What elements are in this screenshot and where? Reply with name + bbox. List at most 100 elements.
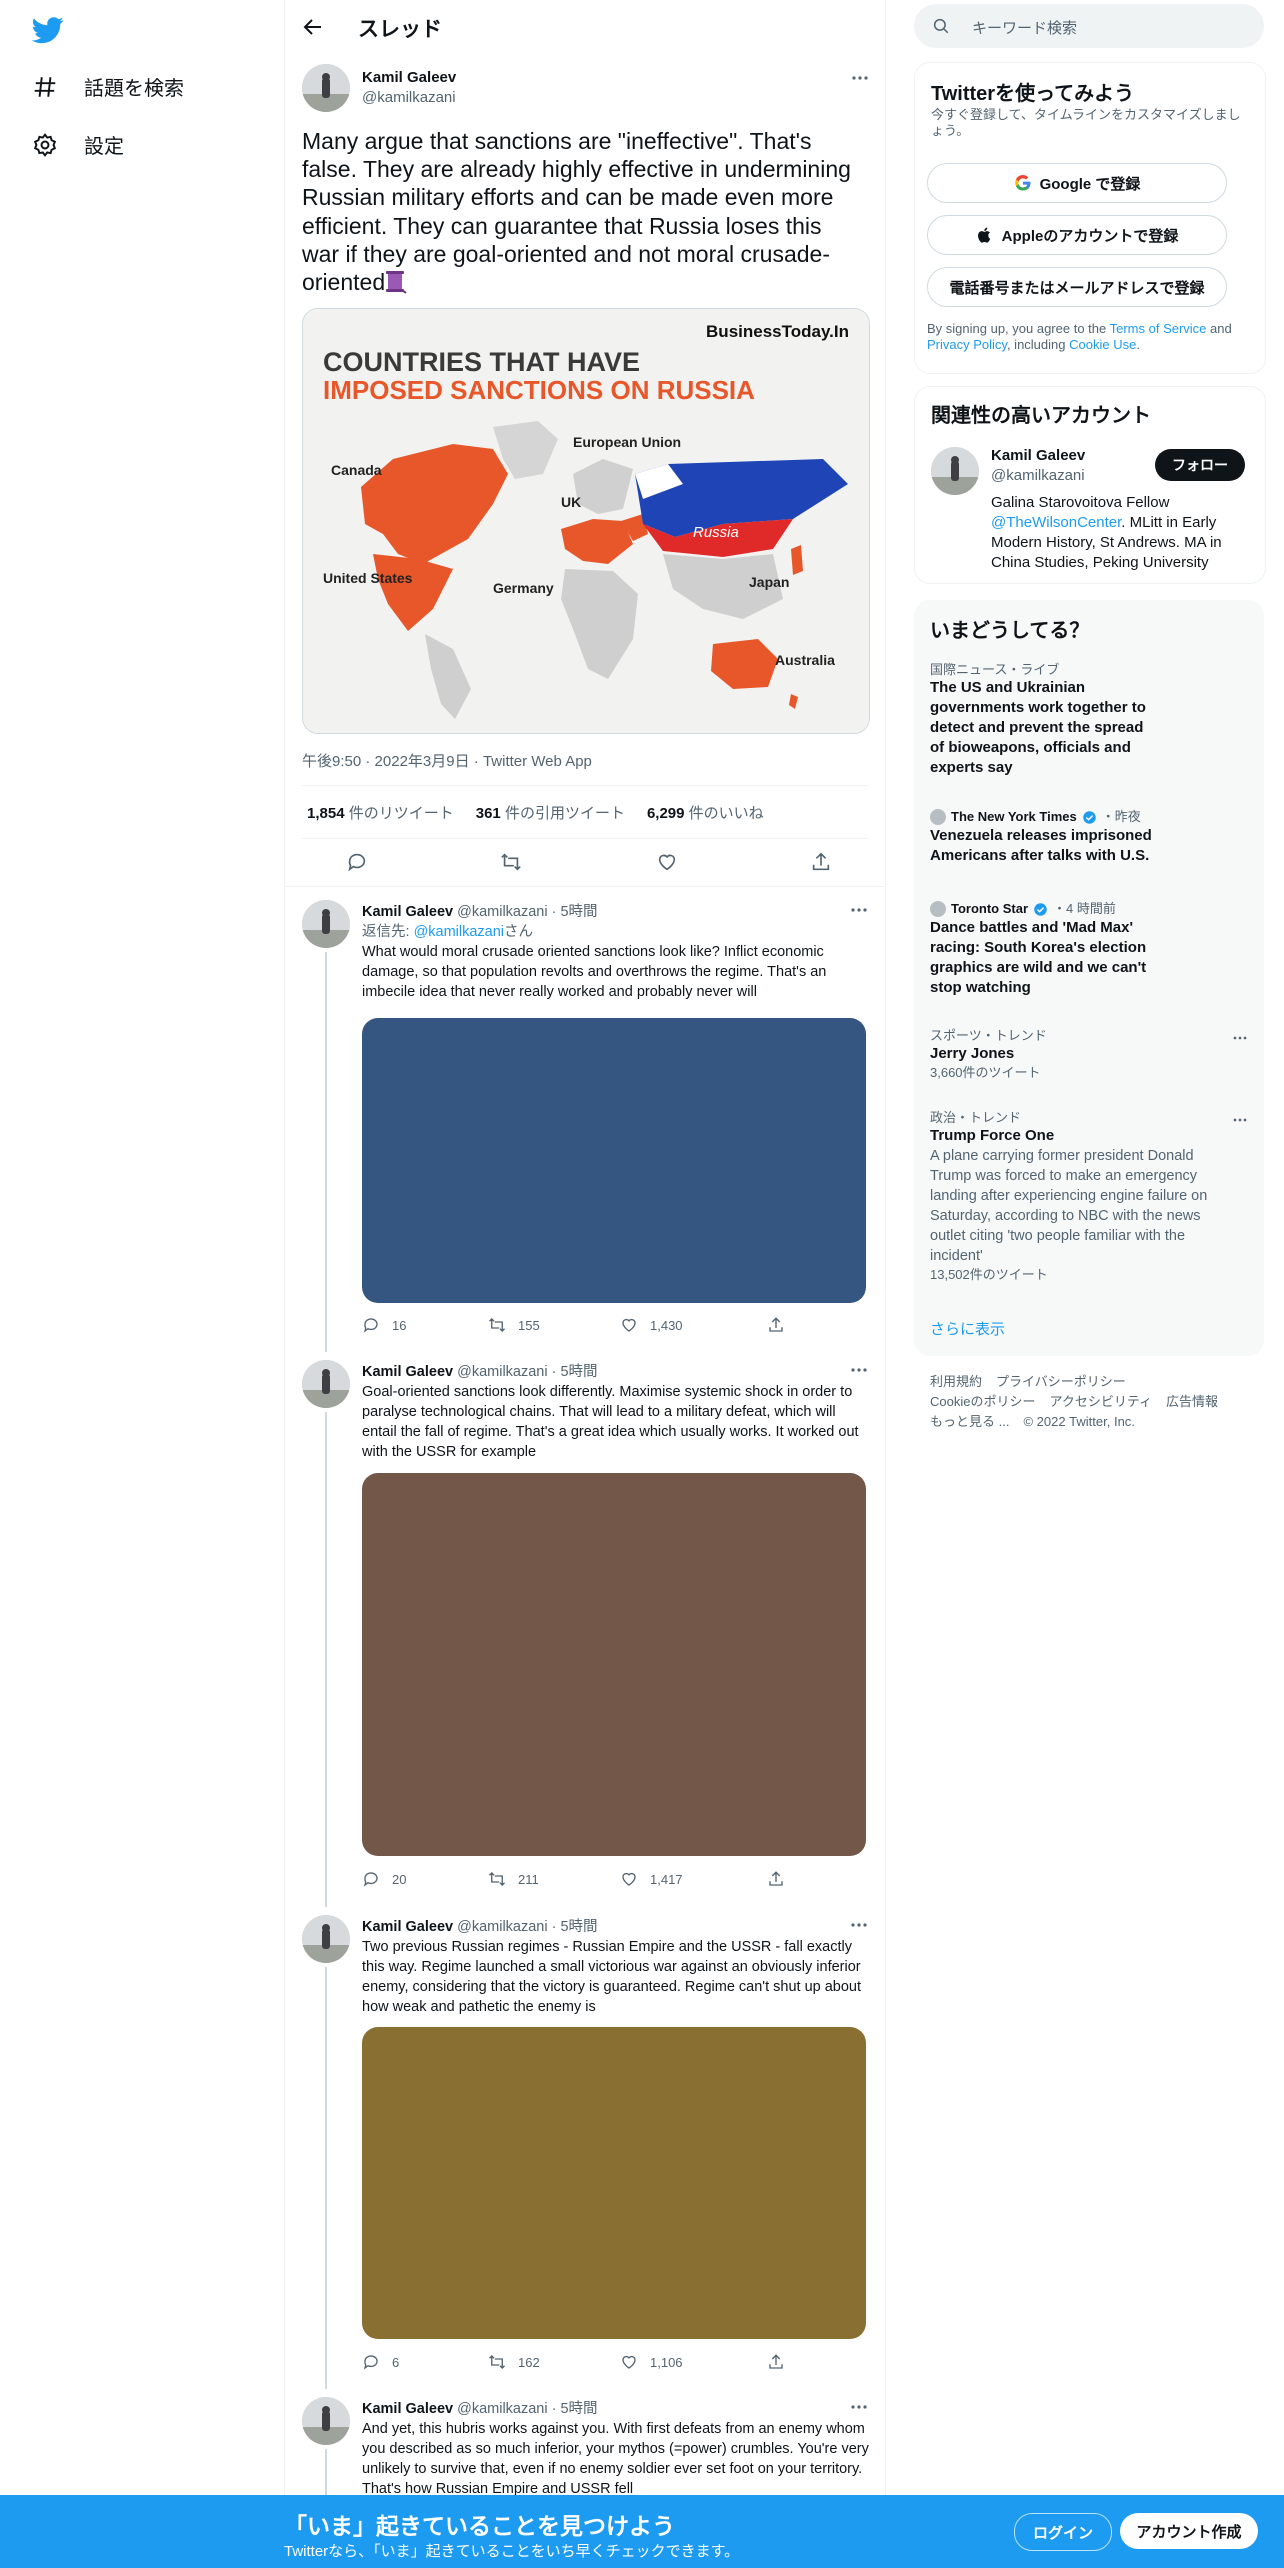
thread-line bbox=[325, 952, 327, 1352]
retweet-icon bbox=[489, 1318, 505, 1332]
reply-tweet[interactable]: Kamil Galeev @kamilkazani · 5時間 Goal-ori… bbox=[285, 1348, 885, 1907]
avatar[interactable] bbox=[302, 64, 350, 112]
like-button[interactable]: 1,106 bbox=[620, 2353, 683, 2371]
twitter-logo-icon[interactable] bbox=[32, 14, 64, 46]
trend-item[interactable]: Toronto Star ・4 時間前 Dance battles and 'Ma… bbox=[930, 900, 1250, 998]
label-russia: Russia bbox=[693, 524, 739, 541]
share-icon bbox=[769, 1871, 783, 1886]
share-button[interactable] bbox=[767, 2353, 785, 2371]
bio-mention-link[interactable]: @TheWilsonCenter bbox=[991, 514, 1121, 531]
reply-media[interactable] bbox=[362, 1473, 866, 1856]
retweet-button[interactable]: 162 bbox=[488, 2353, 540, 2371]
like-icon[interactable] bbox=[656, 851, 678, 873]
footer-ads[interactable]: 広告情報 bbox=[1166, 1394, 1218, 1409]
retweet-count[interactable]: 1,854 件のリツイート bbox=[307, 802, 454, 823]
nav-explore[interactable]: 話題を検索 bbox=[32, 72, 184, 101]
more-options-icon[interactable] bbox=[847, 898, 871, 922]
reply-button[interactable]: 20 bbox=[362, 1870, 406, 1888]
quote-count[interactable]: 361 件の引用ツイート bbox=[476, 802, 625, 823]
reply-icon bbox=[363, 2355, 378, 2370]
like-button[interactable]: 1,417 bbox=[620, 1870, 683, 1888]
divider bbox=[302, 838, 868, 839]
reply-button[interactable]: 6 bbox=[362, 2353, 399, 2371]
retweet-icon[interactable] bbox=[500, 851, 522, 873]
avatar[interactable] bbox=[302, 2397, 350, 2445]
footer-cookie[interactable]: Cookieのポリシー bbox=[930, 1394, 1035, 1409]
reply-button[interactable]: 16 bbox=[362, 1316, 406, 1334]
label-uk: UK bbox=[561, 494, 581, 510]
author-name: Kamil Galeev bbox=[362, 69, 457, 86]
related-bio: Galina Starovoitova Fellow @TheWilsonCen… bbox=[991, 494, 1222, 571]
reply-tweet[interactable]: Kamil Galeev @kamilkazani · 5時間 And yet,… bbox=[285, 2385, 885, 2497]
tweet-timestamp[interactable]: 午後9:50 · 2022年3月9日 · Twitter Web App bbox=[302, 750, 592, 771]
thread-line bbox=[325, 2449, 327, 2495]
reply-tweet[interactable]: Kamil Galeev @kamilkazani · 5時間 返信先: @ka… bbox=[285, 888, 885, 1352]
trend-item[interactable]: スポーツ・トレンド Jerry Jones 3,660件のツイート bbox=[930, 1028, 1250, 1082]
avatar[interactable] bbox=[302, 1360, 350, 1408]
footer-more[interactable]: もっと見る ... bbox=[930, 1414, 1009, 1429]
nav-settings[interactable]: 設定 bbox=[32, 130, 124, 159]
banner-subtext: Twitterなら、「いま」起きていることをいち早くチェックできます。 bbox=[284, 2543, 740, 2560]
google-signup-button[interactable]: Google で登録 bbox=[927, 163, 1227, 203]
trends-title: いまどうしてる？ bbox=[930, 620, 1090, 642]
reply-media[interactable] bbox=[362, 2027, 866, 2339]
like-button[interactable]: 1,430 bbox=[620, 1316, 683, 1334]
more-options-icon[interactable] bbox=[847, 1358, 871, 1382]
trend-item[interactable]: 政治・トレンド Trump Force One A plane carrying… bbox=[930, 1110, 1250, 1284]
more-options-icon[interactable] bbox=[847, 1913, 871, 1937]
avatar[interactable] bbox=[931, 447, 979, 495]
back-arrow-icon[interactable] bbox=[301, 15, 325, 39]
trend-item[interactable]: 国際ニュース・ライブ The US and Ukrainian governme… bbox=[930, 662, 1250, 778]
footer-terms[interactable]: 利用規約 bbox=[930, 1374, 982, 1389]
show-more-link[interactable]: さらに表示 bbox=[930, 1318, 1005, 1339]
google-icon bbox=[1014, 174, 1032, 192]
search-input[interactable]: キーワード検索 bbox=[972, 17, 1077, 38]
share-button[interactable] bbox=[767, 1316, 785, 1334]
more-options-icon[interactable] bbox=[1230, 1110, 1250, 1130]
scroll-emoji-icon bbox=[385, 270, 407, 294]
nav-explore-label: 話題を検索 bbox=[84, 78, 184, 100]
retweet-button[interactable]: 211 bbox=[488, 1870, 539, 1888]
tweet-author[interactable]: Kamil Galeev @kamilkazani bbox=[362, 68, 456, 108]
footer-privacy[interactable]: プライバシーポリシー bbox=[996, 1374, 1126, 1389]
follow-button[interactable]: フォロー bbox=[1155, 449, 1245, 481]
label-united-states: United States bbox=[323, 570, 413, 586]
thread-line bbox=[325, 1412, 327, 1907]
reply-icon[interactable] bbox=[346, 851, 368, 873]
reply-text: And yet, this hubris works against you. … bbox=[362, 2421, 869, 2497]
search-box[interactable]: キーワード検索 bbox=[914, 4, 1264, 48]
divider bbox=[302, 785, 868, 786]
reply-actions: 6 162 1,106 bbox=[362, 2353, 832, 2373]
signup-card: Twitterを使ってみよう 今すぐ登録して、タイムラインをカスタマイズしましょ… bbox=[914, 62, 1266, 374]
share-icon[interactable] bbox=[810, 851, 832, 873]
cookie-link[interactable]: Cookie Use bbox=[1069, 337, 1136, 352]
related-name[interactable]: Kamil Galeev bbox=[991, 447, 1085, 464]
terms-link[interactable]: Terms of Service bbox=[1110, 321, 1207, 336]
publisher-icon bbox=[930, 901, 946, 917]
phone-email-signup-button[interactable]: 電話番号またはメールアドレスで登録 bbox=[927, 267, 1227, 307]
login-button[interactable]: ログイン bbox=[1014, 2513, 1112, 2551]
footer-accessibility[interactable]: アクセシビリティ bbox=[1049, 1394, 1152, 1409]
trend-item[interactable]: The New York Times ・昨夜 Venezuela releases… bbox=[930, 808, 1250, 866]
more-options-icon[interactable] bbox=[1230, 1028, 1250, 1048]
verified-icon bbox=[1033, 902, 1048, 917]
related-handle: @kamilkazani bbox=[991, 467, 1085, 484]
avatar[interactable] bbox=[302, 1915, 350, 1963]
image-title-line2: IMPOSED SANCTIONS ON RUSSIA bbox=[323, 375, 755, 405]
signup-button[interactable]: アカウント作成 bbox=[1120, 2513, 1258, 2549]
retweet-icon bbox=[489, 2355, 505, 2369]
reply-to-link[interactable]: @kamilkazani bbox=[414, 924, 504, 940]
avatar[interactable] bbox=[302, 900, 350, 948]
privacy-link[interactable]: Privacy Policy bbox=[927, 337, 1007, 352]
like-icon bbox=[622, 1318, 636, 1332]
share-button[interactable] bbox=[767, 1870, 785, 1888]
more-options-icon[interactable] bbox=[848, 66, 872, 90]
reply-media[interactable] bbox=[362, 1018, 866, 1303]
retweet-button[interactable]: 155 bbox=[488, 1316, 540, 1334]
sanctions-map-image[interactable]: BusinessToday.In COUNTRIES THAT HAVE IMP… bbox=[302, 308, 870, 734]
like-count[interactable]: 6,299 件のいいね bbox=[647, 802, 764, 823]
gear-icon bbox=[32, 132, 58, 158]
apple-signup-button[interactable]: Appleのアカウントで登録 bbox=[927, 215, 1227, 255]
more-options-icon[interactable] bbox=[847, 2395, 871, 2419]
reply-tweet[interactable]: Kamil Galeev @kamilkazani · 5時間 Two prev… bbox=[285, 1903, 885, 2389]
